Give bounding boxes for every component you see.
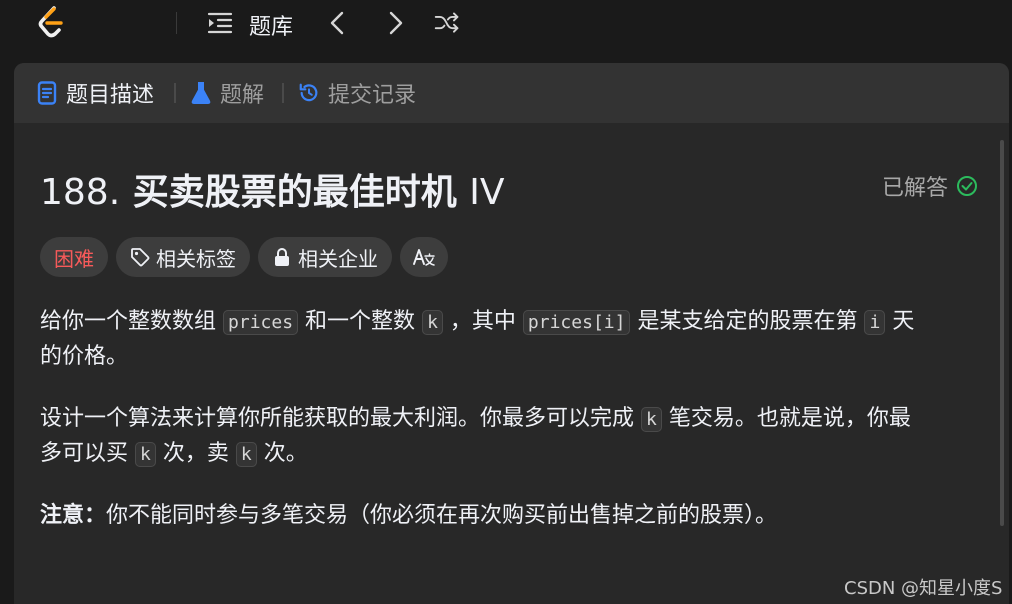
related-companies-button[interactable]: 相关企业 xyxy=(258,237,392,277)
code-k: k xyxy=(235,442,257,467)
description-note: 注意：你不能同时参与多笔交易（你必须在再次购买前出售掉之前的股票）。 xyxy=(40,499,777,533)
code-k: k xyxy=(135,442,156,467)
description-paragraph-1: 给你一个整数数组 prices 和一个整数 k ，其中 prices[i] 是某… xyxy=(40,305,914,374)
page-title: 188. 买卖股票的最佳时机 IV xyxy=(40,163,505,215)
text: 设计一个算法来计算你所能获取的最大利润。你最多可以完成 xyxy=(40,406,635,431)
divider xyxy=(174,83,176,103)
description-paragraph-2: 设计一个算法来计算你所能获取的最大利润。你最多可以完成 k 笔交易。也就是说，你… xyxy=(40,402,911,472)
problem-title-suffix: IV xyxy=(469,172,505,213)
chevron-right-icon[interactable] xyxy=(382,10,408,36)
divider xyxy=(176,12,177,34)
tab-submissions[interactable]: 提交记录 xyxy=(298,77,416,109)
related-tags-button[interactable]: 相关标签 xyxy=(116,237,250,277)
text: 天 xyxy=(892,309,915,334)
document-icon xyxy=(37,81,57,105)
solved-label: 已解答 xyxy=(882,176,949,201)
shuffle-icon[interactable] xyxy=(434,10,460,36)
top-bar: 题库 xyxy=(0,0,1012,50)
chevron-left-icon[interactable] xyxy=(325,10,351,36)
code-k: k xyxy=(422,310,443,335)
code-prices: prices xyxy=(223,310,299,335)
tab-solutions-label: 题解 xyxy=(220,83,265,108)
related-companies-label: 相关企业 xyxy=(298,246,378,271)
divider xyxy=(282,83,284,103)
tag-icon xyxy=(131,248,150,267)
flask-icon xyxy=(191,82,211,104)
watermark: CSDN @知星小度S xyxy=(844,578,1003,599)
text: 和一个整数 xyxy=(305,309,416,334)
text: 多可以买 xyxy=(40,441,129,466)
history-icon xyxy=(299,83,318,102)
tab-solutions[interactable]: 题解 xyxy=(190,77,264,109)
problem-list-icon[interactable] xyxy=(206,10,234,36)
text: 给你一个整数数组 xyxy=(40,309,217,334)
tab-description[interactable]: 题目描述 xyxy=(36,77,154,109)
text: 次，卖 xyxy=(162,441,229,466)
text: 次。 xyxy=(263,441,308,466)
tag-row: 困难 相关标签 相关企业 xyxy=(40,237,456,277)
problem-number: 188. xyxy=(40,172,121,213)
problem-bank-link[interactable]: 题库 xyxy=(249,9,293,41)
code-k: k xyxy=(641,407,662,432)
text: 是某支给定的股票在第 xyxy=(637,309,858,334)
note-text: 你不能同时参与多笔交易（你必须在再次购买前出售掉之前的股票）。 xyxy=(106,503,778,528)
difficulty-label: 困难 xyxy=(54,246,94,271)
solved-status: 已解答 xyxy=(882,170,978,202)
scrollbar[interactable] xyxy=(1000,140,1004,526)
translate-icon xyxy=(413,249,435,266)
difficulty-badge[interactable]: 困难 xyxy=(40,237,108,277)
leetcode-logo-icon[interactable] xyxy=(34,5,68,41)
text: ，其中 xyxy=(449,309,516,334)
problem-title: 买卖股票的最佳时机 xyxy=(132,172,457,213)
text: 笔交易。也就是说，你最 xyxy=(668,406,911,431)
tab-bar: 题目描述 题解 提交记录 xyxy=(14,63,1009,123)
related-tags-label: 相关标签 xyxy=(156,246,236,271)
translate-button[interactable] xyxy=(400,237,448,277)
text: 的价格。 xyxy=(40,344,129,369)
code-i: i xyxy=(864,310,886,335)
tab-submissions-label: 提交记录 xyxy=(328,83,417,108)
note-label: 注意： xyxy=(40,503,107,528)
check-circle-icon xyxy=(957,176,978,196)
lock-icon xyxy=(275,248,289,266)
code-prices-i: prices[i] xyxy=(522,310,631,335)
tab-description-label: 题目描述 xyxy=(66,83,155,108)
